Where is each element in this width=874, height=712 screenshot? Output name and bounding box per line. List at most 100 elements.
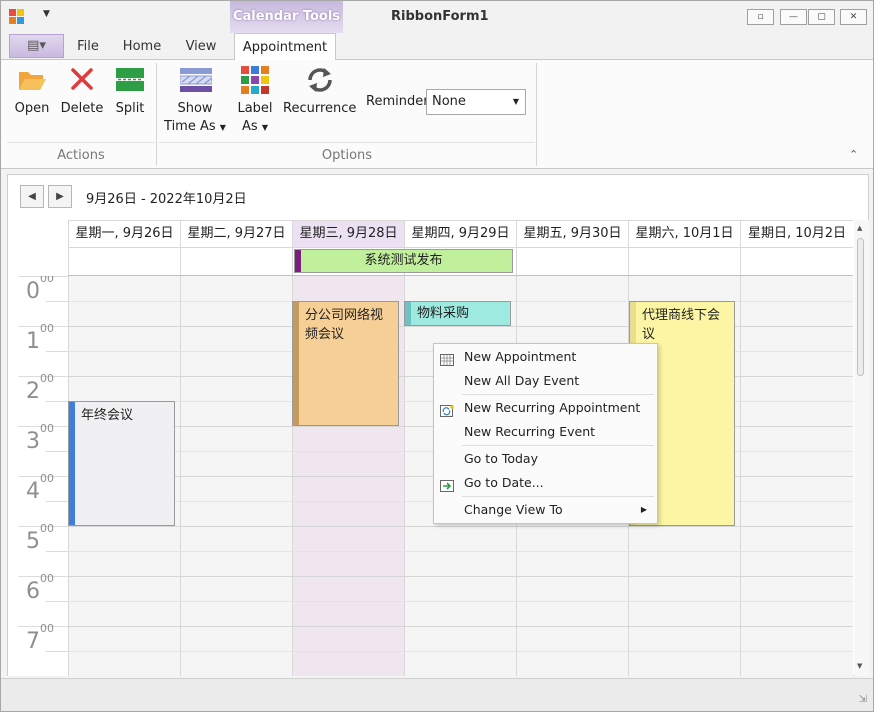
recurrence-icon [304, 66, 334, 94]
all-day-area[interactable]: 系统测试发布 [68, 247, 853, 276]
reminder-dropdown[interactable]: None ▼ [426, 89, 526, 115]
recurrence-button[interactable]: Recurrence [283, 66, 357, 118]
reminder-value: None [432, 94, 466, 109]
all-day-cell[interactable] [628, 248, 740, 275]
hour-label: 600 [26, 571, 54, 604]
hour-label: 300 [26, 421, 54, 454]
appointment[interactable]: 年终会议 [68, 401, 175, 526]
all-day-appointment[interactable]: 系统测试发布 [294, 249, 513, 273]
menu-item-new-recurring-event[interactable]: New Recurring Event [434, 421, 657, 443]
next-week-button[interactable]: ▶ [48, 185, 72, 208]
split-icon [115, 66, 145, 94]
hour-label: 700 [26, 621, 54, 654]
minimize-button[interactable]: ▫ [747, 9, 774, 25]
dropdown-arrow-icon: ▼ [219, 123, 226, 132]
folder-open-icon [17, 66, 47, 94]
appointment-subject: 分公司网络视频会议 [305, 308, 384, 342]
menu-item-label: New Appointment [464, 349, 577, 364]
hour-label: 400 [26, 471, 54, 504]
tab-appointment[interactable]: Appointment [234, 33, 336, 61]
prev-week-button[interactable]: ◀ [20, 185, 44, 208]
actions-group-divider [7, 142, 155, 143]
day-header[interactable]: 星期四, 9月29日 [404, 220, 516, 247]
app-icon[interactable] [9, 9, 25, 25]
appointment[interactable]: 物料采购 [404, 301, 511, 326]
delete-label: Delete [60, 101, 104, 116]
appointment-subject: 物料采购 [417, 306, 470, 321]
appointment-subject: 代理商线下会议 [642, 308, 721, 342]
quick-access-dropdown-icon[interactable]: ▼ [43, 9, 50, 19]
scroll-up-icon[interactable]: ▲ [857, 224, 862, 232]
menu-item-label: Change View To [464, 502, 563, 517]
date-range-caption: 9月26日 - 2022年10月2日 [86, 192, 247, 207]
menu-item-label: New All Day Event [464, 373, 580, 388]
label-colors-icon [240, 66, 270, 94]
options-group-divider [159, 142, 535, 143]
menu-item-label: New Recurring Appointment [464, 400, 641, 415]
menu-item-label: Go to Date... [464, 475, 544, 490]
day-header-selected[interactable]: 星期三, 9月28日 [292, 220, 404, 247]
appointment-subject: 系统测试发布 [364, 253, 443, 268]
restore-button[interactable]: — [780, 9, 807, 25]
grid-line [68, 651, 853, 652]
menu-item-new-all-day-event[interactable]: New All Day Event [434, 370, 657, 392]
hour-label: 100 [26, 321, 54, 354]
goto-date-icon [440, 477, 454, 492]
open-label: Open [14, 101, 50, 116]
grid-line [68, 601, 853, 602]
recurrence-label: Recurrence [283, 101, 357, 116]
split-label: Split [115, 101, 145, 116]
ribbon: Open Delete Split Actions Show Time As ▼ [1, 60, 873, 169]
open-button[interactable]: Open [11, 66, 53, 118]
menu-item-new-appointment[interactable]: New Appointment [434, 346, 657, 368]
window-title: RibbonForm1 [391, 9, 489, 24]
all-day-cell[interactable] [180, 248, 292, 275]
chevron-right-icon: ▶ [56, 191, 64, 202]
dropdown-arrow-icon: ▼ [261, 123, 268, 132]
status-bar [405, 302, 411, 325]
application-menu-button[interactable]: ▤▾ [9, 34, 64, 58]
menu-item-go-to-today[interactable]: Go to Today [434, 448, 657, 470]
reminder-label: Reminder [366, 94, 429, 109]
day-header[interactable]: 星期二, 9月27日 [180, 220, 292, 247]
menu-item-new-recurring-appointment[interactable]: New Recurring Appointment [434, 397, 657, 419]
appointment[interactable]: 分公司网络视频会议 [292, 301, 399, 426]
close-button[interactable]: ✕ [840, 9, 867, 25]
day-header[interactable]: 星期一, 9月26日 [68, 220, 180, 247]
maximize-button[interactable]: ▢ [808, 9, 835, 25]
group-separator [536, 63, 537, 166]
grid-line [68, 326, 853, 327]
show-time-as-label-line2: Time As [164, 119, 216, 134]
scroll-down-icon[interactable]: ▼ [857, 662, 862, 670]
show-time-as-button[interactable]: Show Time As ▼ [163, 66, 227, 137]
delete-button[interactable]: Delete [59, 66, 105, 118]
label-as-label-line2: As [242, 119, 258, 134]
grid-line [68, 526, 853, 527]
menu-item-go-to-date[interactable]: Go to Date... [434, 472, 657, 494]
menu-item-change-view-to[interactable]: Change View To ▶ [434, 499, 657, 521]
day-header[interactable]: 星期六, 10月1日 [628, 220, 740, 247]
resize-grip-icon[interactable]: ⇲ [859, 694, 867, 705]
tab-view[interactable]: View [183, 37, 219, 60]
show-time-as-label-line1: Show [177, 101, 213, 116]
app-window: ▼ Calendar Tools RibbonForm1 ▫ — ▢ ✕ ▤▾ … [0, 0, 874, 712]
menu-item-label: Go to Today [464, 451, 538, 466]
actions-group-label: Actions [57, 148, 105, 163]
day-header[interactable]: 星期日, 10月2日 [740, 220, 853, 247]
status-bar [295, 250, 301, 272]
vertical-scrollbar[interactable]: ▲ ▼ [854, 220, 869, 676]
scrollbar-thumb[interactable] [857, 238, 864, 376]
all-day-cell[interactable] [68, 248, 180, 275]
tab-home[interactable]: Home [119, 37, 165, 60]
context-tab-header: Calendar Tools [230, 1, 343, 33]
collapse-ribbon-icon[interactable]: ⌃ [849, 148, 858, 161]
all-day-cell[interactable] [740, 248, 853, 275]
label-as-button[interactable]: Label As ▼ [233, 66, 277, 137]
all-day-cell[interactable] [516, 248, 628, 275]
title-bar: ▼ Calendar Tools RibbonForm1 ▫ — ▢ ✕ [1, 1, 873, 33]
ribbon-tab-row: ▤▾ File Home View Appointment [1, 33, 873, 61]
day-header[interactable]: 星期五, 9月30日 [516, 220, 628, 247]
tab-file[interactable]: File [73, 37, 103, 60]
calendar-grid-icon [440, 351, 454, 366]
split-button[interactable]: Split [111, 66, 149, 118]
